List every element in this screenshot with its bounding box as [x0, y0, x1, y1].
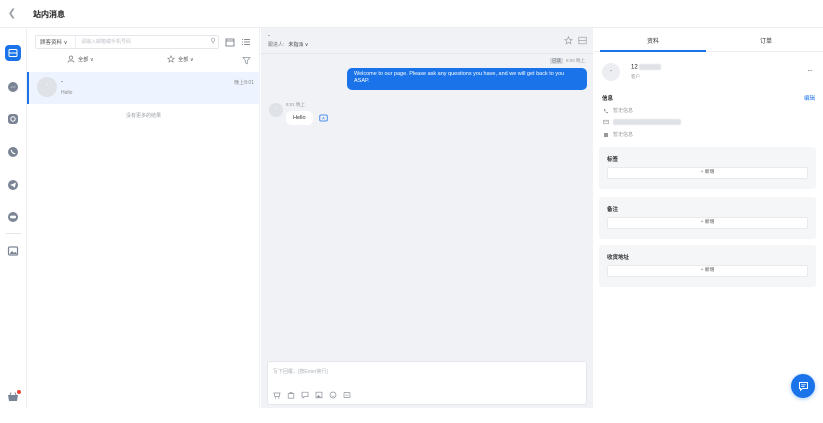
notification-dot [17, 390, 21, 394]
avatar: - [37, 77, 57, 97]
svg-text:A: A [322, 116, 325, 121]
address-row: 暂无信息 [603, 131, 633, 138]
chat-panel: - 跟进人: 未指派 ∨ 已读 8:00 晚上 Welcome to our pag… [261, 28, 593, 408]
bottom-strip [0, 408, 823, 423]
phone-row: 暂无信息 [603, 107, 633, 114]
bag-icon[interactable] [287, 391, 295, 399]
incoming-time: 8:01 晚上 [286, 102, 306, 107]
conversation-item[interactable]: - - 晚上8:01 Hello [27, 72, 260, 104]
conversation-list-panel: 顾客资料 ∨ ⚲ 全部 ∨ 全部 ∨ - - 晚上8:01 Hello 没有更多… [27, 28, 260, 408]
assignee-label: 跟进人: [268, 42, 285, 48]
person-icon [67, 55, 75, 63]
list-view-icon[interactable] [241, 37, 251, 47]
channel-rail [0, 28, 27, 408]
filter-row: 全部 ∨ 全部 ∨ [27, 55, 260, 67]
search-input[interactable] [76, 36, 208, 48]
edit-button[interactable]: 编辑 [804, 94, 815, 102]
active-tab-indicator [600, 50, 706, 52]
redacted-name [639, 64, 662, 70]
tags-title: 标签 [607, 157, 619, 163]
chat-header: - 跟进人: 未指派 ∨ [261, 28, 593, 54]
shipping-address-card: 收货地址 + 新增 [599, 245, 816, 287]
chat-contact-name: - [268, 33, 270, 39]
attachment-icon[interactable] [343, 391, 351, 399]
assignee-dropdown[interactable]: 未指派 ∨ [288, 42, 308, 48]
redacted-email [613, 119, 681, 125]
quick-reply-icon[interactable] [301, 391, 309, 399]
info-tabs: 资料 订单 [594, 28, 823, 52]
location-icon [604, 132, 608, 137]
conversation-name: - [61, 79, 63, 85]
calendar-icon[interactable] [225, 37, 235, 47]
incoming-message-bubble: Hello [286, 111, 313, 125]
tab-orders[interactable]: 订单 [760, 36, 772, 45]
more-options-icon[interactable]: ··· [807, 66, 813, 75]
address-value: 暂无信息 [613, 132, 634, 138]
chat-support-button[interactable] [791, 374, 815, 398]
tab-profile[interactable]: 资料 [647, 36, 659, 45]
avatar: - [269, 103, 283, 117]
chat-bubble-icon [798, 381, 808, 391]
message-input[interactable] [273, 366, 573, 378]
assignee-filter[interactable]: 全部 ∨ [67, 55, 94, 63]
email-icon [603, 119, 609, 125]
messenger-icon[interactable] [6, 80, 20, 94]
conversation-preview: Hello [61, 90, 73, 96]
phone-icon [603, 108, 608, 113]
tags-card: 标签 + 新增 [599, 147, 816, 189]
whatsapp-icon[interactable] [6, 145, 20, 159]
image-icon[interactable] [315, 391, 323, 399]
email-row [603, 119, 681, 125]
composer-toolbar [273, 391, 357, 399]
side-panel-toggle-icon[interactable] [578, 36, 587, 45]
notes-title: 备注 [607, 207, 619, 213]
back-arrow-icon[interactable]: ❮ [6, 8, 18, 20]
outgoing-message-bubble: Welcome to our page. Please ask any ques… [347, 68, 587, 90]
read-badge: 已读 [549, 58, 563, 64]
conversation-time: 晚上8:01 [234, 80, 254, 86]
customer-role: 客户 [631, 74, 640, 79]
add-note-button[interactable]: + 新增 [607, 217, 808, 229]
assignee-row: 跟进人: 未指派 ∨ [268, 41, 308, 48]
telegram-icon[interactable] [6, 178, 20, 192]
customer-name: 12 [631, 64, 662, 71]
star-filter-label: 全部 ∨ [178, 56, 194, 63]
message-composer [267, 361, 587, 405]
cart-icon[interactable] [273, 391, 281, 399]
search-type-dropdown[interactable]: 顾客资料 ∨ [36, 36, 76, 48]
shipping-address-title: 收货地址 [607, 255, 630, 261]
gallery-icon[interactable] [6, 244, 20, 258]
assignee-filter-label: 全部 ∨ [78, 56, 94, 63]
outgoing-message-meta: 已读 8:00 晚上 [549, 58, 585, 64]
search-row: 顾客资料 ∨ ⚲ [35, 35, 251, 49]
funnel-filter-icon[interactable] [242, 56, 251, 65]
customer-info-panel: 资料 订单 - 12 客户 ··· 信息 编辑 暂无信息 暂无信息 标签 + 新… [594, 28, 823, 408]
phone-value: 暂无信息 [613, 108, 634, 114]
notes-card: 备注 + 新增 [599, 197, 816, 239]
search-icon[interactable]: ⚲ [208, 37, 218, 47]
add-address-button[interactable]: + 新增 [607, 265, 808, 277]
star-outline-icon [167, 55, 175, 63]
emoji-icon[interactable] [329, 391, 337, 399]
star-icon[interactable] [563, 35, 574, 45]
page-title: 站内消息 [33, 10, 65, 19]
search-box: 顾客资料 ∨ ⚲ [35, 35, 219, 49]
add-tag-button[interactable]: + 新增 [607, 167, 808, 179]
star-filter[interactable]: 全部 ∨ [167, 55, 194, 63]
customer-name-text: 12 [631, 64, 638, 71]
store-icon[interactable] [6, 390, 21, 403]
line-icon[interactable] [6, 210, 20, 224]
rail-divider [6, 233, 21, 234]
inbox-icon[interactable] [6, 46, 20, 60]
translate-icon[interactable]: A [319, 114, 328, 123]
no-more-results: 没有更多的结果 [125, 113, 161, 119]
outgoing-time: 8:00 晚上 [565, 58, 585, 63]
top-bar: ❮ 站内消息 [0, 0, 823, 28]
info-section-title: 信息 [602, 96, 614, 102]
avatar: - [602, 63, 620, 81]
instagram-icon[interactable] [6, 112, 20, 126]
